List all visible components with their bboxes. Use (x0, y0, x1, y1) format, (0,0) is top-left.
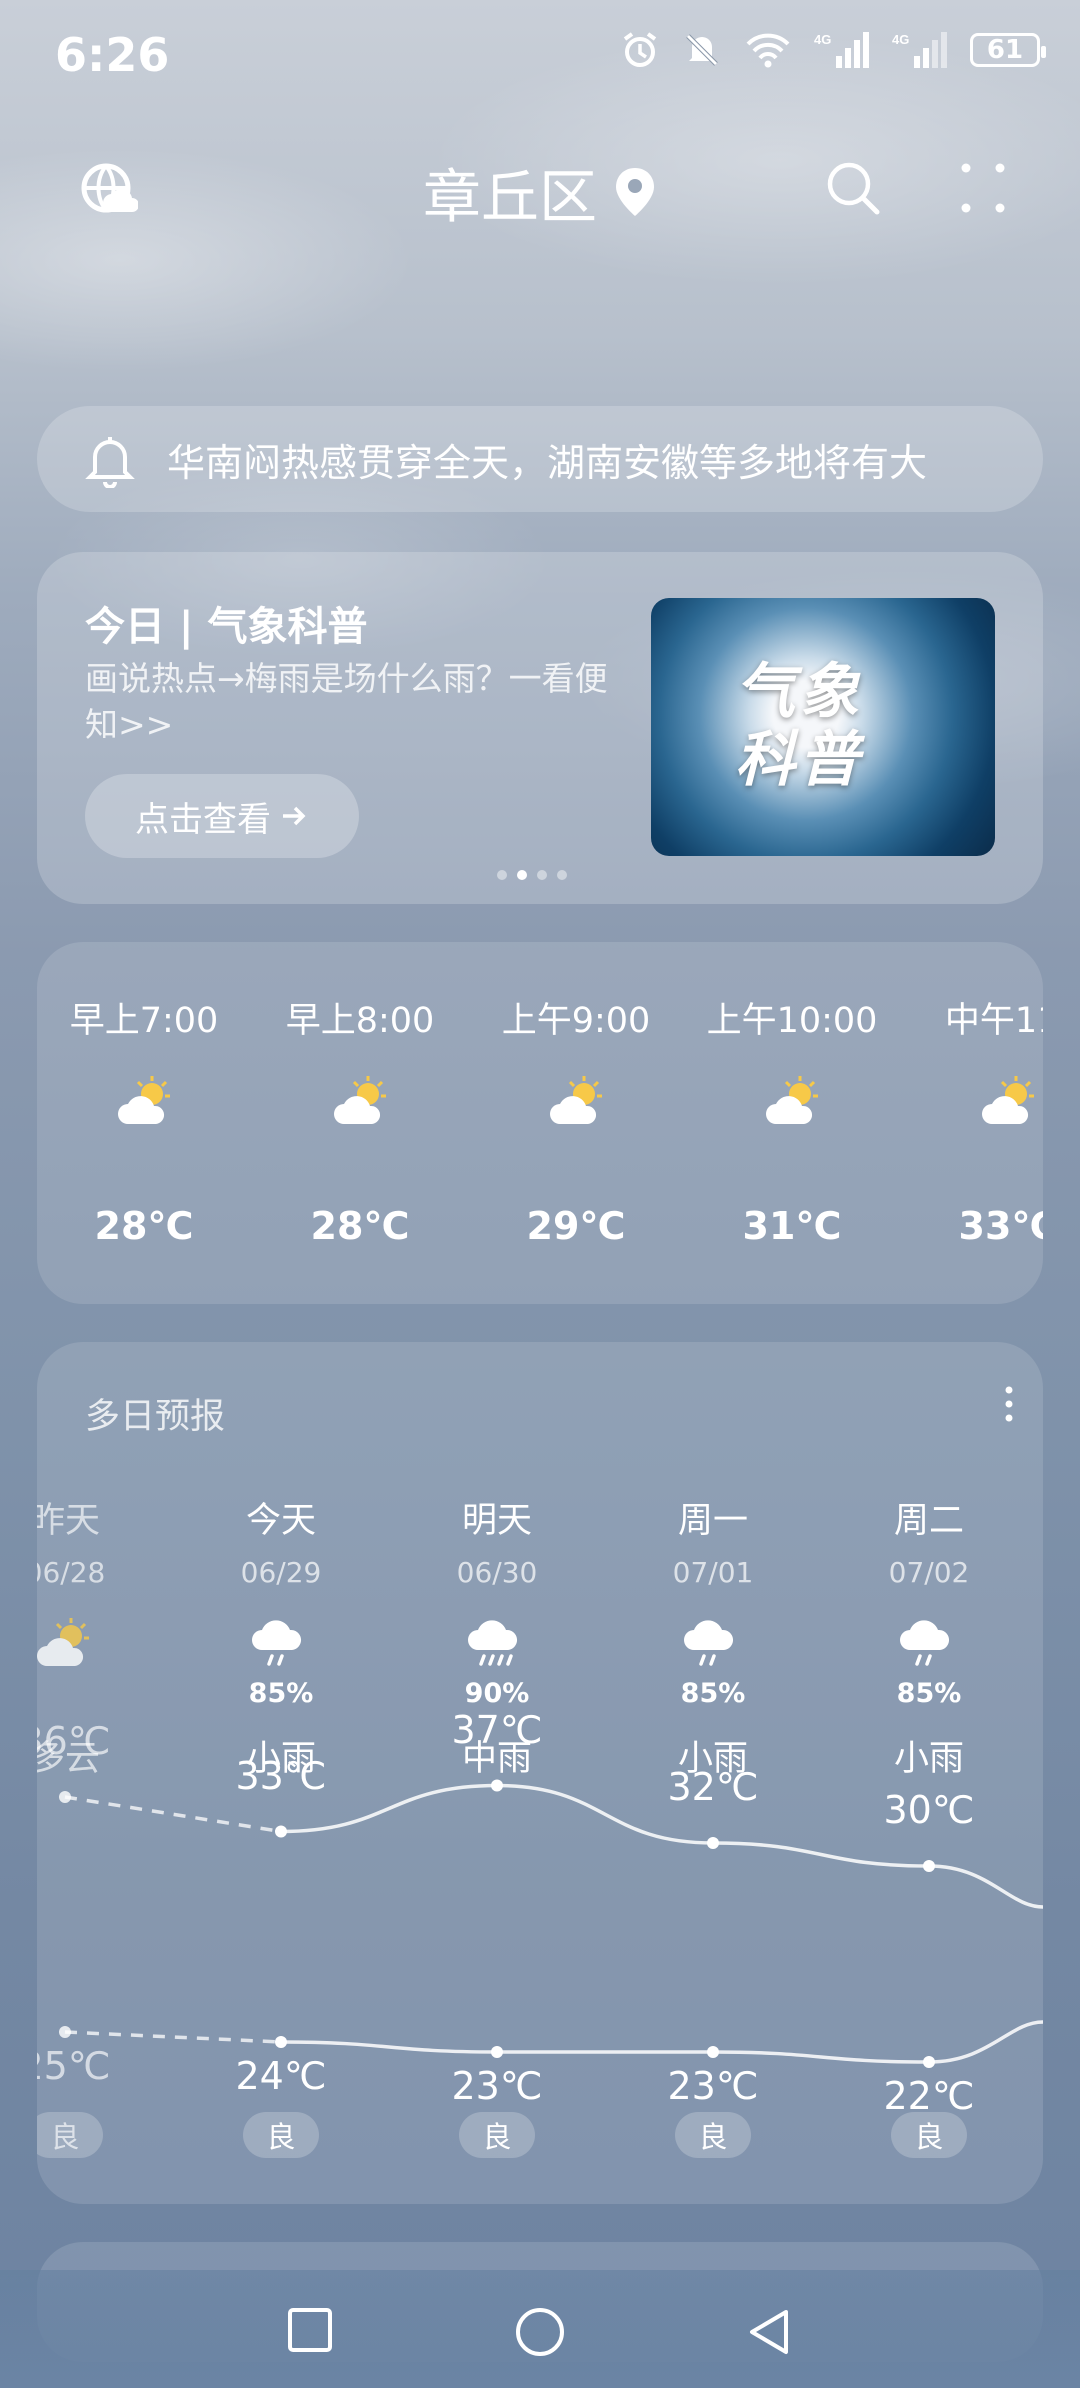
location-pin-icon (616, 168, 654, 216)
notice-text: 华南闷热感贯穿全天，湖南安徽等多地将有大 (167, 441, 928, 485)
recent-apps-icon[interactable] (286, 2306, 334, 2358)
low-temp-past-line (64, 2030, 282, 2044)
promo-image-line2: 科普 (735, 725, 863, 795)
signal-4g-icon-2: 4G (892, 32, 947, 68)
hour-temp: 28℃ (310, 1204, 410, 1248)
partly-cloudy-icon (762, 1070, 826, 1138)
high-temp-point (59, 1791, 71, 1803)
hour-time: 中午11: (944, 1001, 1043, 1041)
low-temp-label: 23℃ (667, 2064, 759, 2108)
hour-temp: 29℃ (526, 1204, 626, 1248)
carousel-dot (557, 870, 567, 880)
low-temp-label: 25℃ (37, 2044, 111, 2088)
low-temp-label: 24℃ (235, 2054, 327, 2098)
high-temp-past-line (64, 1795, 282, 1834)
high-temp-label: 37℃ (451, 1707, 543, 1752)
low-temp-label: 23℃ (451, 2064, 543, 2108)
carousel-dot-active (517, 870, 527, 880)
high-temp-label: 36℃ (37, 1719, 111, 1763)
search-icon[interactable] (825, 160, 881, 220)
high-temp-point (923, 1860, 935, 1872)
arrow-right-icon (283, 806, 306, 826)
view-button-label: 点击查看 (135, 799, 271, 840)
promo-image-text: 气象 科普 (735, 658, 863, 794)
low-temp-point (707, 2046, 719, 2058)
hourly-forecast-card[interactable]: 早上7:00 28℃ 早上8:00 28℃ 上午9:00 29℃ 上午10:00… (37, 942, 1043, 1304)
hour-temp: 33℃ (958, 1204, 1043, 1248)
mute-icon (686, 34, 718, 66)
high-temp-label: 33℃ (235, 1753, 327, 1798)
promo-subtitle: 画说热点→梅雨是场什么雨？一看便知>> (85, 659, 608, 744)
science-promo-card[interactable]: 今日 | 气象科普 画说热点→梅雨是场什么雨？一看便知>> 点击查看 气象 科普 (37, 552, 1043, 904)
daily-forecast-card[interactable]: 多日预报 昨天 06/28 多云 良 今天 06/29 85% 小雨 良 明天 … (37, 1342, 1043, 2204)
low-temp-point (491, 2046, 503, 2058)
hour-time: 早上7:00 (69, 1001, 219, 1041)
promo-title: 今日 | 气象科普 (85, 604, 368, 650)
home-icon[interactable] (514, 2306, 566, 2362)
wifi-icon (746, 33, 790, 68)
high-temp-label: 30℃ (883, 1788, 975, 1832)
hour-temp: 28℃ (94, 1204, 194, 1248)
more-icon[interactable] (958, 160, 1008, 220)
back-icon[interactable] (744, 2306, 792, 2362)
city-selector[interactable]: 章丘区 (0, 150, 1080, 234)
battery-indicator: 61 (970, 33, 1046, 67)
low-temp-line (280, 2020, 1043, 2064)
hour-time: 早上8:00 (285, 1001, 435, 1041)
low-temp-point (59, 2026, 71, 2038)
partly-cloudy-icon (978, 1070, 1042, 1138)
carousel-dot (497, 870, 507, 880)
promo-image-line1: 气象 (735, 657, 863, 727)
status-time: 6:26 (55, 28, 170, 82)
navigation-bar (0, 2270, 1080, 2388)
bell-icon (85, 432, 135, 492)
high-temp-point (491, 1779, 503, 1792)
low-temp-point (275, 2036, 287, 2048)
carousel-dot (537, 870, 547, 880)
city-name: 章丘区 (422, 163, 597, 231)
partly-cloudy-icon (330, 1070, 394, 1138)
view-button[interactable]: 点击查看 (85, 774, 359, 858)
partly-cloudy-icon (546, 1070, 610, 1138)
promo-image[interactable]: 气象 科普 (651, 598, 995, 856)
low-temp-label: 22℃ (883, 2074, 975, 2118)
partly-cloudy-icon (114, 1070, 178, 1138)
hour-temp: 31℃ (742, 1204, 842, 1248)
hour-time: 上午10:00 (706, 1001, 878, 1041)
svg-text:4G: 4G (814, 32, 831, 47)
status-icons: 4G 4G 61 (620, 30, 1046, 70)
low-temp-point (923, 2056, 935, 2068)
weather-notice-banner[interactable]: 华南闷热感贯穿全天，湖南安徽等多地将有大 (37, 406, 1043, 512)
alarm-icon (623, 32, 657, 67)
high-temp-point (275, 1825, 287, 1838)
carousel-dots (497, 870, 567, 880)
high-temp-point (707, 1837, 719, 1849)
signal-4g-icon: 4G (814, 32, 869, 68)
svg-text:4G: 4G (892, 32, 909, 47)
high-temp-label: 32℃ (667, 1765, 759, 1809)
hour-time: 上午9:00 (501, 1001, 651, 1041)
